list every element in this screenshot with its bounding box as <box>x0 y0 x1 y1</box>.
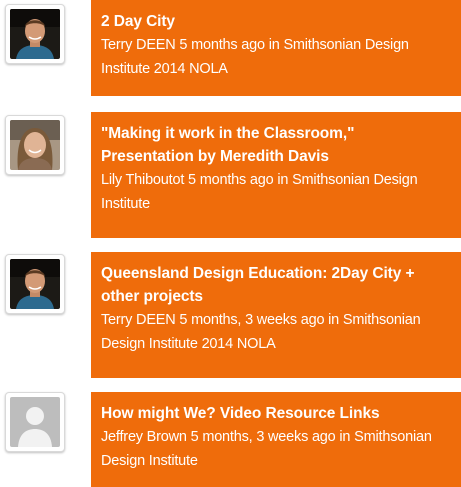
meta-connector: in <box>277 172 289 188</box>
activity-meta: Terry DEEN 5 months, 3 weeks ago in Smit… <box>101 308 451 356</box>
activity-title[interactable]: "Making it work in the Classroom," Prese… <box>101 122 451 168</box>
activity-card: 2 Day City Terry DEEN 5 months ago in Sm… <box>91 0 461 96</box>
activity-title[interactable]: Queensland Design Education: 2Day City +… <box>101 262 451 308</box>
activity-time: 5 months ago <box>188 172 274 188</box>
avatar[interactable] <box>5 4 65 64</box>
activity-time: 5 months, 3 weeks ago <box>179 312 325 328</box>
activity-feed: 2 Day City Terry DEEN 5 months ago in Sm… <box>0 0 461 487</box>
activity-meta: Lily Thiboutot 5 months ago in Smithsoni… <box>101 168 451 216</box>
placeholder-user-icon <box>10 397 60 447</box>
meta-connector: in <box>339 429 351 445</box>
activity-meta: Terry DEEN 5 months ago in Smithsonian D… <box>101 33 451 81</box>
avatar[interactable] <box>5 254 65 314</box>
avatar[interactable] <box>5 115 65 175</box>
activity-card: "Making it work in the Classroom," Prese… <box>91 112 461 238</box>
meta-connector: in <box>268 37 280 53</box>
activity-time: 5 months ago <box>179 37 265 53</box>
activity-card: Queensland Design Education: 2Day City +… <box>91 252 461 378</box>
activity-title[interactable]: How might We? Video Resource Links <box>101 402 451 425</box>
activity-meta: Jeffrey Brown 5 months, 3 weeks ago in S… <box>101 425 451 473</box>
author-link[interactable]: Terry DEEN <box>101 312 176 328</box>
author-link[interactable]: Jeffrey Brown <box>101 429 187 445</box>
avatar[interactable] <box>5 392 65 452</box>
activity-title[interactable]: 2 Day City <box>101 10 451 33</box>
author-link[interactable]: Lily Thiboutot <box>101 172 184 188</box>
woman-portrait-icon <box>10 120 60 170</box>
author-link[interactable]: Terry DEEN <box>101 37 176 53</box>
man-portrait-icon <box>10 259 60 309</box>
man-portrait-icon <box>10 9 60 59</box>
activity-card: How might We? Video Resource Links Jeffr… <box>91 392 461 487</box>
meta-connector: in <box>328 312 340 328</box>
activity-time: 5 months, 3 weeks ago <box>190 429 336 445</box>
